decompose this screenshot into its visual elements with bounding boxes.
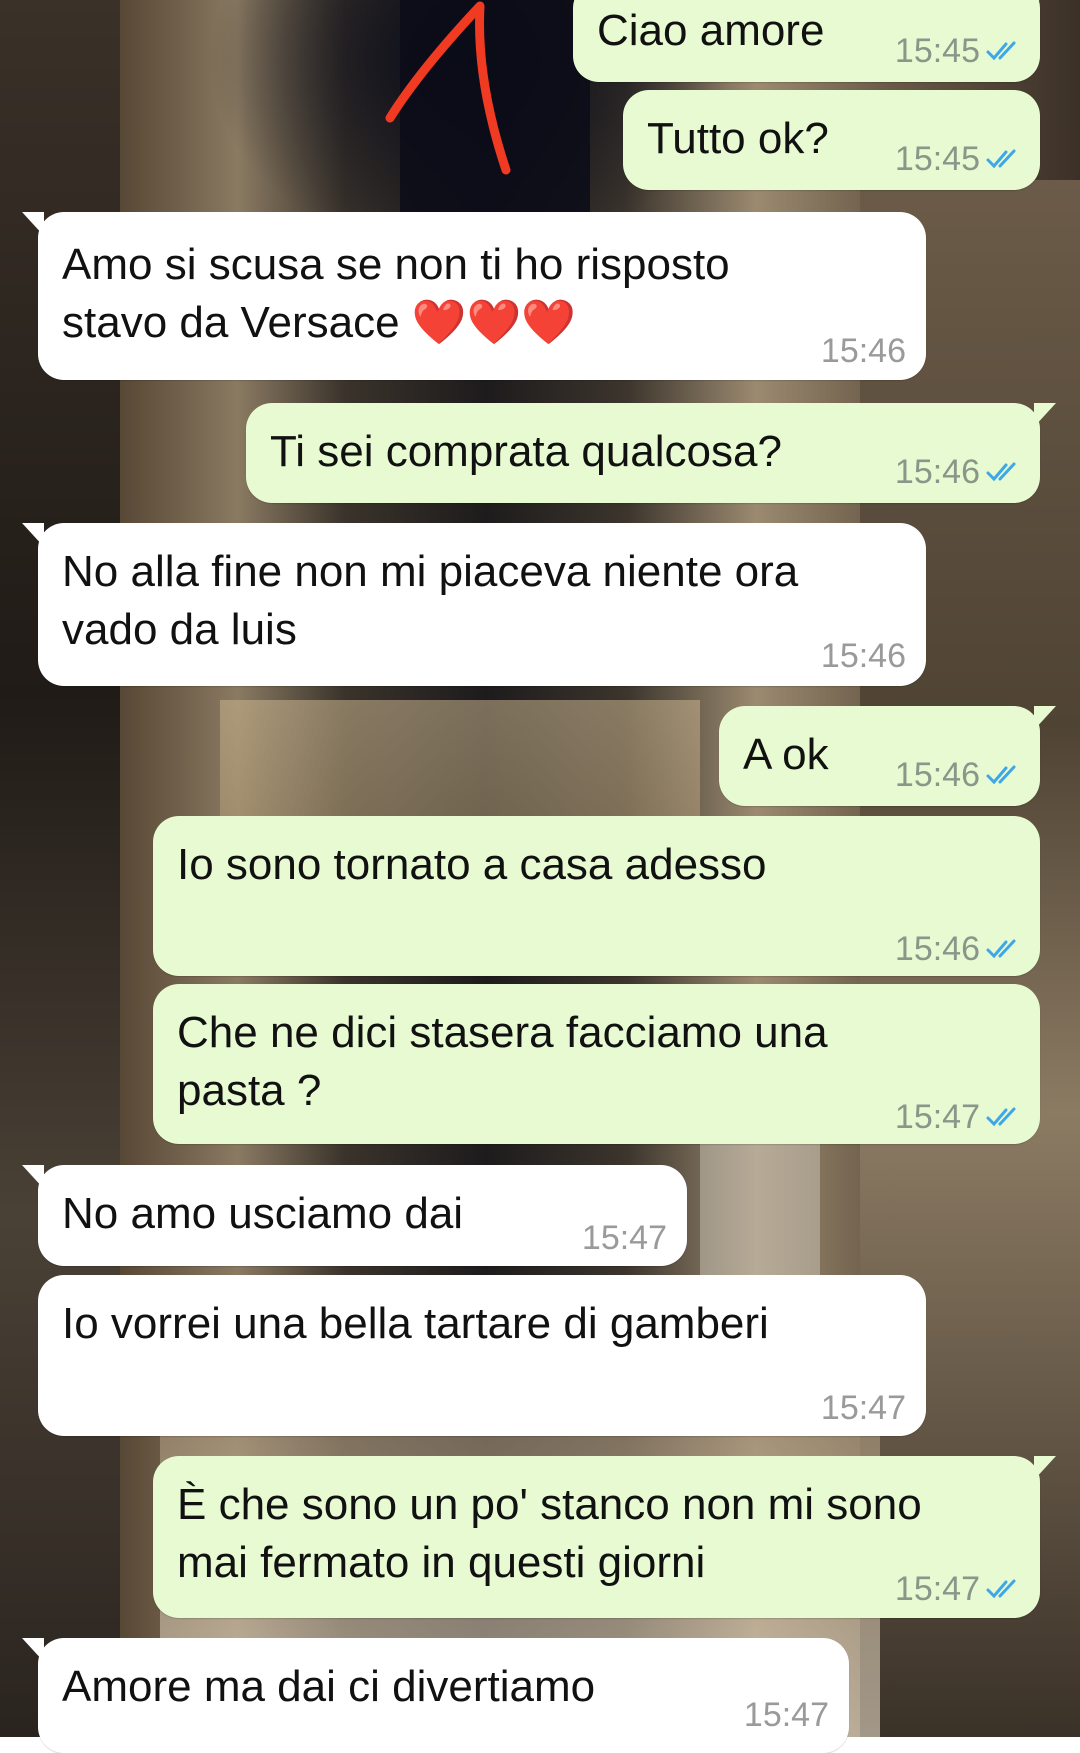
message-bubble-incoming[interactable]: Amore ma dai ci divertiamo 15:47 xyxy=(22,1638,849,1753)
message-bubble-outgoing[interactable]: Che ne dici stasera facciamo una pasta ?… xyxy=(153,984,1040,1144)
message-text: Che ne dici stasera facciamo una pasta ? xyxy=(177,1008,828,1115)
message-text: Amore ma dai ci divertiamo xyxy=(62,1662,596,1711)
message-time: 15:46 xyxy=(820,332,906,370)
message-bubble-outgoing[interactable]: Ti sei comprata qualcosa? 15:46 xyxy=(246,403,1056,503)
message-time: 15:46 xyxy=(894,453,980,491)
message-text: È che sono un po' stanco non mi sono mai… xyxy=(177,1480,922,1587)
message-time: 15:46 xyxy=(894,930,980,968)
message-text: No alla fine non mi piaceva niente ora v… xyxy=(62,547,799,654)
message-time: 15:47 xyxy=(820,1389,906,1427)
message-time: 15:47 xyxy=(743,1696,829,1734)
message-bubble-incoming[interactable]: No amo usciamo dai 15:47 xyxy=(22,1165,687,1266)
double-check-icon xyxy=(986,1107,1016,1127)
message-bubble-outgoing[interactable]: È che sono un po' stanco non mi sono mai… xyxy=(153,1456,1056,1618)
message-time: 15:45 xyxy=(894,140,980,178)
message-bubble-incoming[interactable]: Io vorrei una bella tartare di gamberi 1… xyxy=(38,1275,926,1436)
message-time: 15:47 xyxy=(581,1219,667,1257)
message-time: 15:46 xyxy=(820,637,906,675)
message-text: Ciao amore xyxy=(597,6,825,55)
red-arrow-annotation xyxy=(385,1,511,175)
message-text: Amo si scusa se non ti ho risposto stavo… xyxy=(62,240,730,347)
double-check-icon xyxy=(986,149,1016,169)
message-text: Ti sei comprata qualcosa? xyxy=(270,427,782,476)
double-check-icon xyxy=(986,1579,1016,1599)
message-bubble-outgoing[interactable]: Ciao amore 15:45 xyxy=(573,0,1056,82)
message-text: No amo usciamo dai xyxy=(62,1189,464,1238)
message-bubble-outgoing[interactable]: Tutto ok? 15:45 xyxy=(623,90,1040,190)
message-text: Io sono tornato a casa adesso xyxy=(177,840,767,889)
message-bubble-outgoing[interactable]: Io sono tornato a casa adesso 15:46 xyxy=(153,816,1040,976)
message-time: 15:45 xyxy=(894,32,980,70)
double-check-icon xyxy=(986,41,1016,61)
message-text: A ok xyxy=(743,730,829,779)
message-time: 15:46 xyxy=(894,756,980,794)
double-check-icon xyxy=(986,462,1016,482)
message-bubble-outgoing[interactable]: A ok 15:46 xyxy=(719,706,1056,806)
message-time: 15:47 xyxy=(894,1570,980,1608)
message-time: 15:47 xyxy=(894,1098,980,1136)
message-bubble-incoming[interactable]: No alla fine non mi piaceva niente ora v… xyxy=(22,523,926,686)
message-text: Tutto ok? xyxy=(647,114,829,163)
message-text: Io vorrei una bella tartare di gamberi xyxy=(62,1299,769,1348)
double-check-icon xyxy=(986,765,1016,785)
message-bubble-incoming[interactable]: Amo si scusa se non ti ho risposto stavo… xyxy=(22,212,926,380)
double-check-icon xyxy=(986,939,1016,959)
